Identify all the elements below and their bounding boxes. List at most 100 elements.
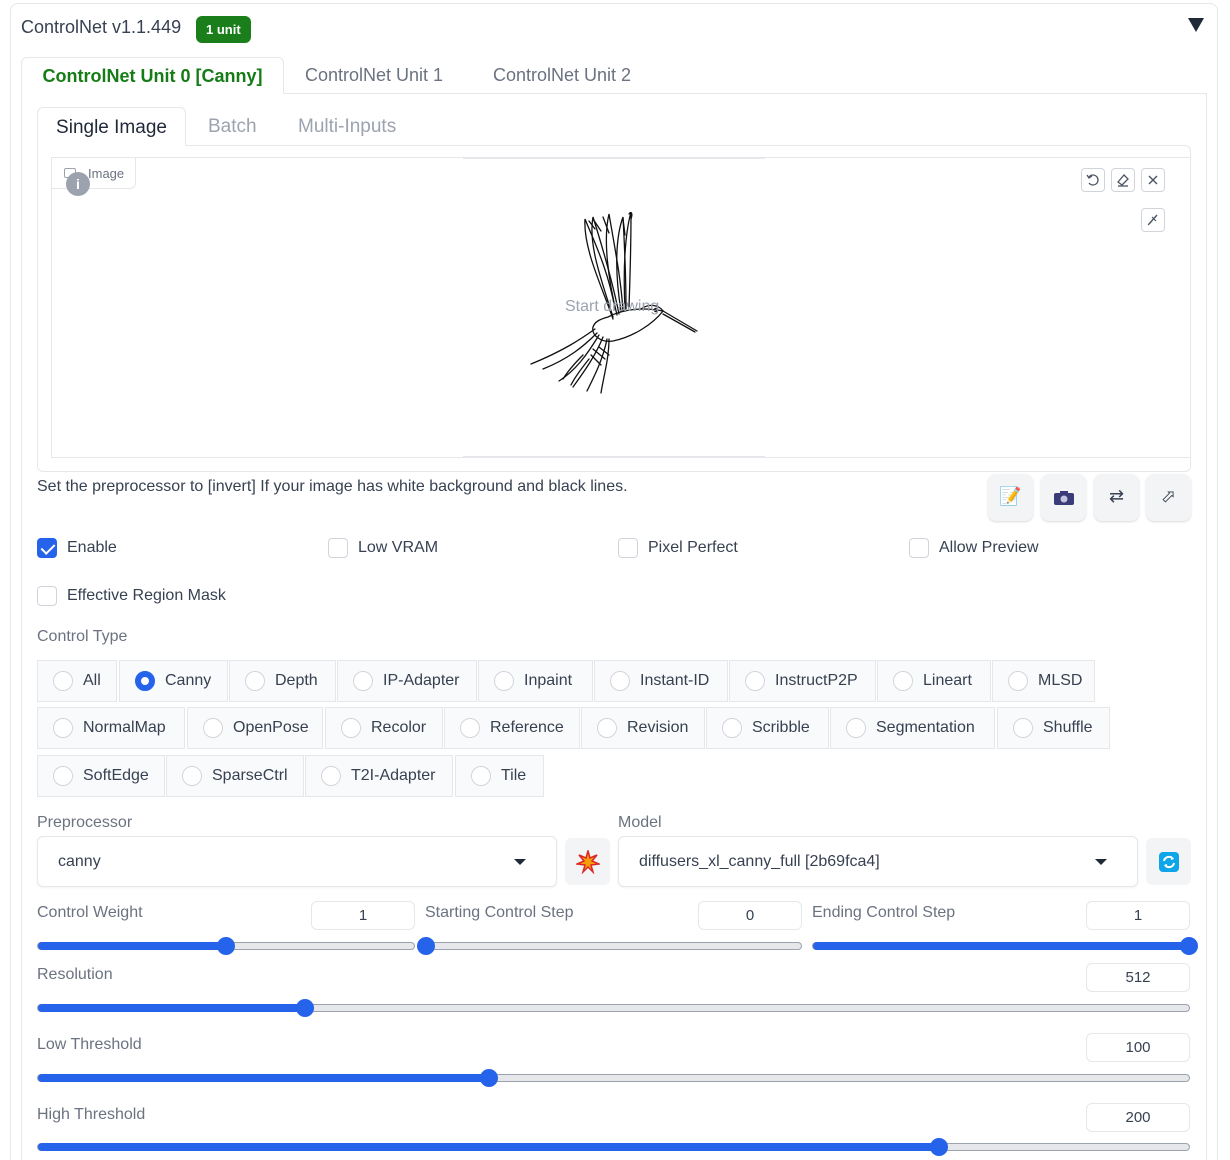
- ending-step-slider[interactable]: [812, 937, 1198, 955]
- tab-unit-2[interactable]: ControlNet Unit 2: [493, 57, 631, 94]
- preprocessor-label: Preprocessor: [37, 814, 133, 831]
- control-weight-slider[interactable]: [37, 937, 415, 955]
- effective-region-mask-checkbox[interactable]: [37, 586, 57, 606]
- radio-label: SoftEdge: [83, 767, 149, 784]
- low-vram-label: Low VRAM: [358, 539, 439, 556]
- info-icon[interactable]: i: [66, 172, 90, 196]
- resolution-input[interactable]: 512: [1086, 963, 1190, 992]
- refresh-icon: [1159, 852, 1179, 872]
- radio-segmentation[interactable]: Segmentation: [830, 707, 995, 749]
- resolution-slider[interactable]: [37, 999, 1190, 1017]
- radio-label: Revision: [627, 719, 689, 736]
- radio-label: Inpaint: [524, 672, 573, 689]
- slider-thumb[interactable]: [217, 937, 235, 955]
- canvas-hint: Start drawing: [565, 298, 660, 315]
- radio-t2i-adapter[interactable]: T2I-Adapter: [305, 755, 453, 797]
- triangle-down-icon[interactable]: [1188, 18, 1204, 32]
- camera-icon[interactable]: [1041, 474, 1086, 521]
- radio-label: Canny: [165, 672, 212, 689]
- radio-sparsectrl[interactable]: SparseCtrl: [166, 755, 304, 797]
- radio-softedge[interactable]: SoftEdge: [37, 755, 165, 797]
- radio-dot: [893, 671, 913, 691]
- close-icon[interactable]: [1141, 168, 1165, 192]
- starting-step-label: Starting Control Step: [425, 904, 574, 921]
- accordion-title[interactable]: ControlNet v1.1.449: [21, 17, 181, 38]
- refresh-models-button[interactable]: [1146, 838, 1191, 885]
- unit-count-badge: 1 unit: [196, 16, 251, 43]
- enable-checkbox[interactable]: [37, 538, 57, 558]
- radio-depth[interactable]: Depth: [229, 660, 336, 702]
- eraser-icon[interactable]: [1111, 168, 1135, 192]
- radio-dot: [494, 671, 514, 691]
- high-threshold-input[interactable]: 200: [1086, 1103, 1190, 1132]
- run-preprocessor-button[interactable]: [565, 838, 610, 885]
- radio-dot: [846, 718, 866, 738]
- radio-canny[interactable]: Canny: [119, 660, 228, 702]
- pixel-perfect-checkbox[interactable]: [618, 538, 638, 558]
- radio-instant-id[interactable]: Instant-ID: [594, 660, 728, 702]
- effective-region-mask-label: Effective Region Mask: [67, 587, 226, 604]
- high-threshold-label: High Threshold: [37, 1106, 146, 1123]
- tab-multi-inputs[interactable]: Multi-Inputs: [298, 107, 396, 146]
- slider-thumb[interactable]: [1180, 937, 1198, 955]
- radio-dot: [460, 718, 480, 738]
- low-vram-checkbox[interactable]: [328, 538, 348, 558]
- allow-preview-checkbox[interactable]: [909, 538, 929, 558]
- radio-inpaint[interactable]: Inpaint: [478, 660, 593, 702]
- low-threshold-input[interactable]: 100: [1086, 1033, 1190, 1062]
- preprocessor-hint: Set the preprocessor to [invert] If your…: [37, 478, 628, 495]
- radio-dot: [182, 766, 202, 786]
- radio-recolor[interactable]: Recolor: [325, 707, 443, 749]
- undo-icon[interactable]: [1081, 168, 1105, 192]
- swap-icon[interactable]: ⇄: [1094, 474, 1139, 521]
- starting-step-input[interactable]: 0: [698, 901, 802, 930]
- edit-icon[interactable]: 📝: [988, 474, 1033, 521]
- high-threshold-slider[interactable]: [37, 1138, 1190, 1156]
- slider-thumb[interactable]: [417, 937, 435, 955]
- explosion-icon: [576, 850, 600, 874]
- radio-label: Tile: [501, 767, 527, 784]
- radio-dot: [245, 671, 265, 691]
- radio-dot: [53, 671, 73, 691]
- radio-ip-adapter[interactable]: IP-Adapter: [337, 660, 477, 702]
- radio-shuffle[interactable]: Shuffle: [997, 707, 1110, 749]
- tab-unit-0[interactable]: ControlNet Unit 0 [Canny]: [21, 57, 284, 94]
- radio-instructp2p[interactable]: InstructP2P: [729, 660, 876, 702]
- radio-label: Segmentation: [876, 719, 975, 736]
- model-select[interactable]: diffusers_xl_canny_full [2b69fca4]: [618, 836, 1138, 887]
- radio-label: NormalMap: [83, 719, 166, 736]
- radio-label: Instant-ID: [640, 672, 710, 689]
- tab-unit-1[interactable]: ControlNet Unit 1: [305, 57, 443, 94]
- radio-dot: [471, 766, 491, 786]
- slider-fill: [38, 1004, 306, 1012]
- tab-batch[interactable]: Batch: [208, 107, 257, 146]
- resolution-label: Resolution: [37, 966, 113, 983]
- radio-openpose[interactable]: OpenPose: [187, 707, 323, 749]
- radio-dot: [745, 671, 765, 691]
- radio-label: Scribble: [752, 719, 810, 736]
- control-weight-input[interactable]: 1: [311, 901, 415, 930]
- radio-dot: [353, 671, 373, 691]
- low-threshold-slider[interactable]: [37, 1069, 1190, 1087]
- brush-icon[interactable]: [1141, 208, 1165, 232]
- radio-tile[interactable]: Tile: [455, 755, 544, 797]
- radio-lineart[interactable]: Lineart: [877, 660, 991, 702]
- preprocessor-select[interactable]: canny: [37, 836, 557, 887]
- tab-single-image[interactable]: Single Image: [37, 107, 186, 146]
- radio-label: All: [83, 672, 101, 689]
- ending-step-input[interactable]: 1: [1086, 901, 1190, 930]
- radio-dot: [610, 671, 630, 691]
- radio-scribble[interactable]: Scribble: [706, 707, 829, 749]
- radio-label: MLSD: [1038, 672, 1083, 689]
- radio-reference[interactable]: Reference: [444, 707, 580, 749]
- radio-dot: [1013, 718, 1033, 738]
- send-dimensions-icon[interactable]: ⬀: [1146, 474, 1191, 521]
- starting-step-slider[interactable]: [417, 937, 802, 955]
- radio-mlsd[interactable]: MLSD: [992, 660, 1095, 702]
- radio-label: T2I-Adapter: [351, 767, 436, 784]
- radio-normalmap[interactable]: NormalMap: [37, 707, 185, 749]
- slider-thumb[interactable]: [296, 999, 315, 1017]
- radio-revision[interactable]: Revision: [581, 707, 705, 749]
- radio-dot: [1008, 671, 1028, 691]
- radio-all[interactable]: All: [37, 660, 117, 702]
